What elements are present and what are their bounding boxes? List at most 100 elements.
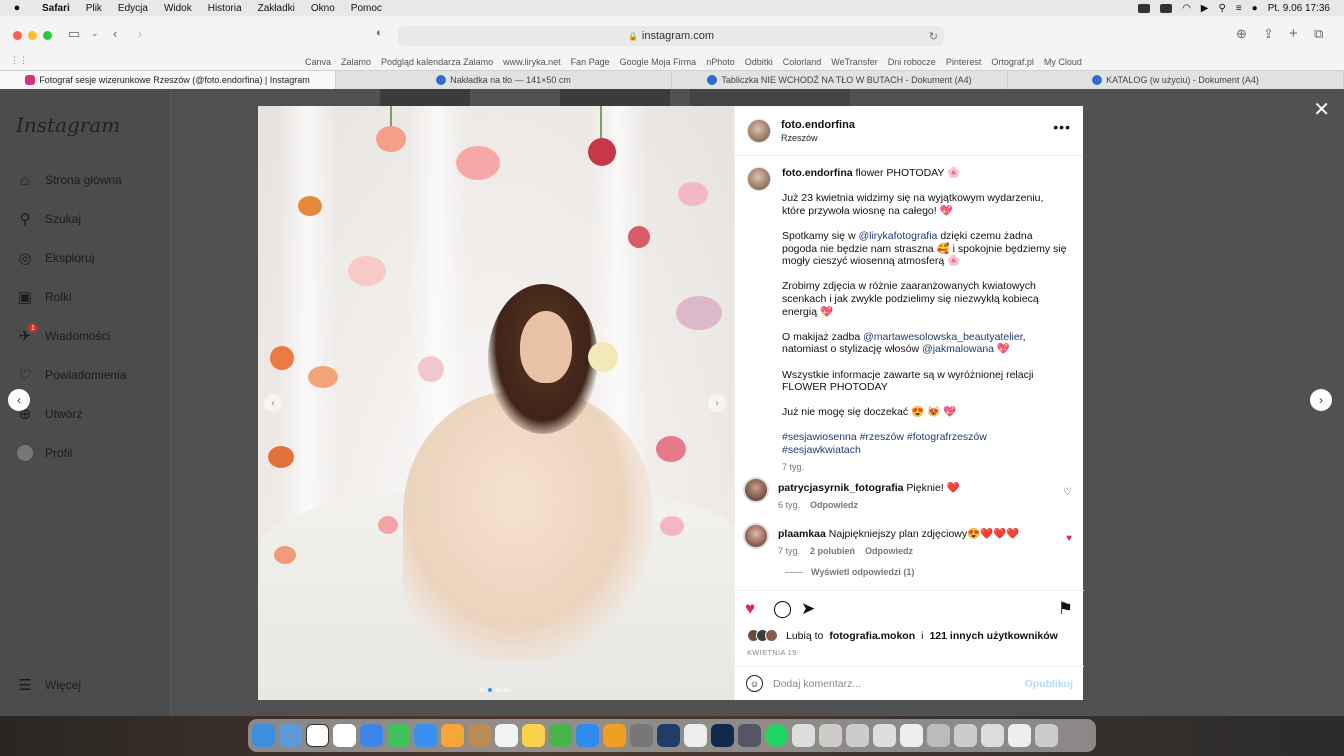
tab-nakladka[interactable]: Nakładka na tło — 141×50 cm xyxy=(336,71,672,89)
trash-icon[interactable] xyxy=(1035,724,1058,747)
document-icon[interactable] xyxy=(900,724,923,747)
document-icon[interactable] xyxy=(792,724,815,747)
more-options-icon[interactable]: ••• xyxy=(1053,119,1071,135)
tab-overview-icon[interactable]: ⧉ xyxy=(1314,26,1323,42)
comment-likes-count[interactable]: 2 polubień xyxy=(810,546,855,556)
menu-app-name[interactable]: Safari xyxy=(34,3,78,14)
favorite-link[interactable]: WeTransfer xyxy=(826,57,883,67)
author-avatar[interactable] xyxy=(747,118,771,143)
commenter-username[interactable]: patrycjasyrnik_fotografia xyxy=(778,482,903,494)
notion-icon[interactable] xyxy=(306,724,329,747)
nav-profile[interactable]: Profil xyxy=(16,444,72,462)
favorite-link[interactable]: Ortograf.pl xyxy=(986,57,1039,67)
calendar-icon[interactable] xyxy=(333,724,356,747)
favorite-link[interactable]: Odbitki xyxy=(740,57,778,67)
sidebar-toggle-icon[interactable]: ▭ xyxy=(68,26,80,42)
document-icon[interactable] xyxy=(954,724,977,747)
menu-history[interactable]: Historia xyxy=(200,3,250,14)
nav-home[interactable]: ⌂ Strona główna xyxy=(16,171,121,189)
post-location[interactable]: Rzeszów xyxy=(781,133,855,143)
reload-icon[interactable]: ↻ xyxy=(929,30,938,43)
comments-scroll-area[interactable]: foto.endorfina flower PHOTODAY 🌸 Już 23 … xyxy=(735,157,1084,587)
document-icon[interactable] xyxy=(981,724,1004,747)
menu-help[interactable]: Pomoc xyxy=(343,3,390,14)
commenter-avatar[interactable] xyxy=(743,523,769,549)
app-store-icon[interactable] xyxy=(576,724,599,747)
spotify-icon[interactable] xyxy=(765,724,788,747)
document-icon[interactable] xyxy=(846,724,869,747)
new-tab-icon[interactable]: + xyxy=(1289,25,1298,42)
like-heart-icon[interactable]: ♥ xyxy=(745,599,755,619)
window-close-button[interactable] xyxy=(13,31,22,40)
share-send-icon[interactable]: ➤ xyxy=(801,599,815,619)
author-avatar[interactable] xyxy=(747,167,771,191)
spotlight-search-icon[interactable]: ⚲ xyxy=(1219,3,1226,14)
window-minimize-button[interactable] xyxy=(28,31,37,40)
mention-link[interactable]: @lirykafotografia xyxy=(858,230,937,242)
previous-post-arrow-icon[interactable]: ‹ xyxy=(8,389,30,411)
next-post-arrow-icon[interactable]: › xyxy=(1310,389,1332,411)
favorite-link[interactable]: Canva xyxy=(300,57,336,67)
favorite-link[interactable]: Zalamo xyxy=(336,57,376,67)
apple-menu-icon[interactable]: ● xyxy=(0,2,34,14)
downloads-icon[interactable]: ⊕ xyxy=(1236,26,1247,42)
control-center-icon[interactable]: ≡ xyxy=(1236,3,1242,14)
reply-button[interactable]: Odpowiedz xyxy=(810,500,858,510)
comment-liked-heart-icon[interactable]: ♥ xyxy=(1066,533,1072,544)
author-username[interactable]: foto.endorfina xyxy=(781,119,855,131)
comment-age[interactable]: 6 tyg. xyxy=(778,500,800,510)
favorite-link[interactable]: www.liryka.net xyxy=(498,57,566,67)
close-modal-icon[interactable]: ✕ xyxy=(1313,97,1330,122)
menu-view[interactable]: Widok xyxy=(156,3,200,14)
commenter-username[interactable]: plaamkaa xyxy=(778,528,826,540)
wd-tray-icon[interactable] xyxy=(1138,3,1151,13)
address-bar[interactable]: 🔒 instagram.com ↻ xyxy=(398,26,944,46)
privacy-shield-icon[interactable]: ◐ xyxy=(376,27,383,39)
menu-bookmarks[interactable]: Zakładki xyxy=(250,3,303,14)
menubar-clock[interactable]: Pt. 9.06 17:36 xyxy=(1268,3,1330,14)
window-zoom-button[interactable] xyxy=(43,31,52,40)
document-icon[interactable] xyxy=(819,724,842,747)
safari-icon[interactable] xyxy=(360,724,383,747)
tab-katalog[interactable]: KATALOG (w użyciu) - Dokument (A4) xyxy=(1008,71,1344,89)
post-date[interactable]: KWIETNIA 19 xyxy=(747,648,797,657)
favorite-link[interactable]: nPhoto xyxy=(701,57,740,67)
back-arrow-icon[interactable]: ‹ xyxy=(113,26,117,41)
mail-icon[interactable] xyxy=(414,724,437,747)
nav-reels[interactable]: ▣ Rolki xyxy=(16,288,72,306)
wd-icon[interactable] xyxy=(684,724,707,747)
share-icon[interactable]: ⇪ xyxy=(1263,26,1274,42)
system-preferences-icon[interactable] xyxy=(630,724,653,747)
numbers-icon[interactable] xyxy=(549,724,572,747)
instagram-logo[interactable]: Instagram xyxy=(16,113,120,137)
tab-instagram[interactable]: Fotograf sesje wizerunkowe Rzeszów (@fot… xyxy=(0,71,336,89)
comment-like-heart-icon[interactable]: ♡ xyxy=(1063,487,1072,498)
mention-link[interactable]: @jakmalowana xyxy=(922,343,994,355)
pages-icon[interactable] xyxy=(603,724,626,747)
wifi-icon[interactable]: ◠ xyxy=(1182,3,1191,14)
document-icon[interactable] xyxy=(1008,724,1031,747)
document-icon[interactable] xyxy=(873,724,896,747)
creative-cloud-tray-icon[interactable] xyxy=(1160,3,1173,13)
carousel-next-icon[interactable]: › xyxy=(708,394,726,412)
liked-by-user-link[interactable]: fotografia.mokon xyxy=(829,630,915,642)
reply-button[interactable]: Odpowiedz xyxy=(865,546,913,556)
lightroom-classic-icon[interactable] xyxy=(657,724,680,747)
hashtags-link[interactable]: #sesjawiosenna #rzeszów #fotografrzeszów… xyxy=(782,431,1068,456)
commenter-avatar[interactable] xyxy=(743,477,769,503)
menu-window[interactable]: Okno xyxy=(303,3,343,14)
comment-bubble-icon[interactable]: ◯ xyxy=(773,599,792,619)
reminders-icon[interactable] xyxy=(495,724,518,747)
favorite-link[interactable]: My Cloud xyxy=(1039,57,1087,67)
tab-tabliczka[interactable]: Tabliczka NIE WCHODŹ NA TŁO W BUTACH - D… xyxy=(672,71,1008,89)
favorite-link[interactable]: Pinterest xyxy=(941,57,987,67)
likes-count-link[interactable]: 121 innych użytkowników xyxy=(929,630,1057,642)
favorite-link[interactable]: Google Moja Firma xyxy=(615,57,702,67)
favorite-link[interactable]: Podgląd kalendarza Zalamo xyxy=(376,57,498,67)
apps-grid-icon[interactable]: ⋮⋮ xyxy=(10,55,28,66)
emoji-picker-icon[interactable]: ☺ xyxy=(746,675,763,692)
favorite-link[interactable]: Dni robocze xyxy=(883,57,941,67)
mention-link[interactable]: @martawesolowska_beautyatelier xyxy=(863,331,1023,343)
favorite-link[interactable]: Fan Page xyxy=(566,57,615,67)
contacts-icon[interactable] xyxy=(468,724,491,747)
